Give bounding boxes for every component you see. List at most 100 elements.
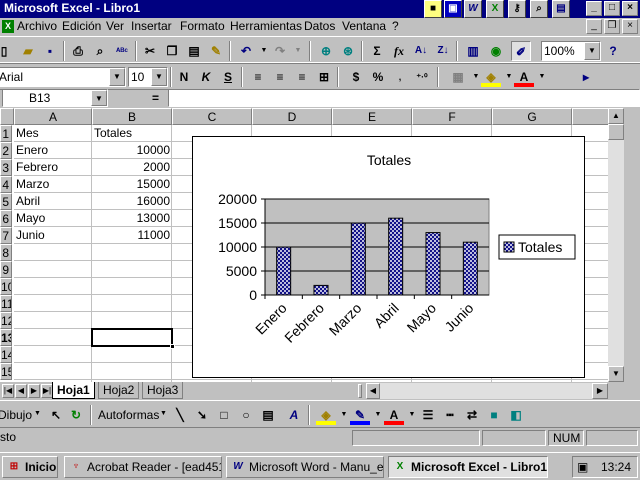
undo-icon[interactable]: ↶ [236, 41, 256, 61]
merge-center-icon[interactable]: ⊞ [314, 67, 334, 87]
print-icon[interactable]: ⎙ [68, 41, 88, 61]
scroll-up-icon[interactable]: ▲ [608, 108, 624, 124]
maximize-button[interactable]: □ [604, 1, 620, 16]
autoformas-menu[interactable]: Autoformas [98, 408, 159, 422]
function-icon[interactable]: fx [389, 41, 409, 61]
formula-input[interactable] [168, 89, 640, 107]
row-header[interactable]: 12 [0, 312, 12, 329]
map-icon[interactable]: ◉ [486, 41, 506, 61]
align-left-icon[interactable]: ≡ [248, 67, 268, 87]
row-header[interactable]: 11 [0, 295, 12, 312]
row-header[interactable]: 10 [0, 278, 12, 295]
cell-b1[interactable]: Totales [92, 125, 172, 142]
find-shortcut-icon[interactable]: ⌕ [530, 0, 548, 18]
row-header[interactable]: 3 [0, 159, 12, 176]
cell-month[interactable]: Febrero [14, 159, 92, 176]
row-header[interactable]: 7 [0, 227, 12, 244]
row-header[interactable]: 9 [0, 261, 12, 278]
italic-icon[interactable]: K [196, 67, 216, 87]
redo-icon[interactable]: ↷ [270, 41, 290, 61]
bar-abril[interactable] [388, 217, 404, 296]
chevron-down-icon[interactable]: ▼ [160, 410, 167, 417]
legend[interactable]: Totales [498, 234, 576, 260]
cell-month[interactable]: Marzo [14, 176, 92, 193]
row-header[interactable]: 13 [0, 329, 12, 346]
embedded-chart[interactable]: Totales 20000 15000 10000 5000 0 Enero Febrer… [192, 136, 585, 378]
vertical-scrollbar[interactable]: ▲ ▼ [608, 108, 624, 382]
bar-mayo[interactable] [425, 232, 441, 296]
menu-help[interactable]: ? [392, 19, 399, 33]
cell-month[interactable]: Abril [14, 193, 92, 210]
align-right-icon[interactable]: ≡ [292, 67, 312, 87]
dash-style-icon[interactable]: ┅ [440, 405, 460, 425]
tray-icon[interactable]: ▣ [577, 460, 588, 474]
oval-icon[interactable]: ○ [236, 405, 256, 425]
bold-icon[interactable]: N [174, 67, 194, 87]
sort-descending-icon[interactable]: Z↓ [433, 41, 453, 61]
more-buttons-icon[interactable]: ▸ [576, 67, 596, 87]
row-header[interactable]: 8 [0, 244, 12, 261]
task-excel[interactable]: X Microsoft Excel - Libro1 [388, 456, 548, 478]
spelling-icon[interactable]: ᴬᴮᶜ [112, 41, 132, 61]
open-icon[interactable]: ▰ [18, 41, 38, 61]
scroll-left-icon[interactable]: ◀ [366, 383, 380, 399]
chevron-down-icon[interactable]: ▼ [109, 68, 125, 86]
underline-icon[interactable]: S [218, 67, 238, 87]
wordart-icon[interactable]: A [284, 405, 304, 425]
free-rotate-icon[interactable]: ↻ [66, 405, 86, 425]
menu-edicion[interactable]: Edición [62, 19, 101, 33]
chevron-down-icon[interactable]: ▼ [151, 68, 167, 86]
word-shortcut-icon[interactable]: W [464, 0, 482, 18]
shadow-icon[interactable]: ■ [484, 405, 504, 425]
sheet-tab-hoja3[interactable]: Hoja3 [142, 382, 184, 399]
sheet-tab-hoja1[interactable]: Hoja1 [52, 382, 95, 399]
cell-total[interactable]: 16000 [92, 193, 172, 210]
start-button[interactable]: ⊞ Inicio [2, 456, 58, 478]
chevron-down-icon[interactable]: ▼ [584, 42, 600, 60]
copy-icon[interactable]: ❐ [162, 41, 182, 61]
menu-ver[interactable]: Ver [106, 19, 124, 33]
row-header[interactable]: 15 [0, 363, 12, 380]
sheet-tab-hoja2[interactable]: Hoja2 [98, 382, 140, 399]
drawing-toggle-icon[interactable]: ✐ [511, 41, 531, 61]
name-box[interactable]: B13 ▼ [2, 89, 108, 107]
menu-ventana[interactable]: Ventana [342, 19, 386, 33]
bar-enero[interactable] [276, 246, 292, 296]
excel-shortcut-icon[interactable]: X [486, 0, 504, 18]
increase-decimal-icon[interactable]: ⁺·⁰ [412, 67, 432, 87]
menu-formato[interactable]: Formato [180, 19, 225, 33]
row-header[interactable]: 5 [0, 193, 12, 210]
format-painter-icon[interactable]: ✎ [206, 41, 226, 61]
fill-handle[interactable] [170, 344, 175, 349]
active-cell-b13[interactable] [91, 328, 175, 349]
save-icon[interactable]: ▪ [40, 41, 60, 61]
explorer-shortcut-icon[interactable]: ▣ [444, 0, 462, 18]
office-shortcut-icon[interactable]: ■ [424, 0, 442, 18]
font-color-icon[interactable]: A [514, 67, 534, 87]
autosum-icon[interactable]: Σ [367, 41, 387, 61]
row-header[interactable]: 6 [0, 210, 12, 227]
scroll-right-icon[interactable]: ▶ [592, 383, 608, 399]
assistant-shortcut-icon[interactable]: ▤ [552, 0, 570, 18]
minimize-button[interactable]: _ [586, 1, 602, 16]
task-acrobat[interactable]: ♆ Acrobat Reader - [ead451-... [64, 456, 222, 478]
redo-dropdown-icon[interactable]: ▼ [288, 41, 308, 61]
cell-a1[interactable]: Mes [14, 125, 92, 142]
align-center-icon[interactable]: ≡ [270, 67, 290, 87]
font-size-select[interactable]: 10 ▼ [128, 67, 168, 87]
row-header[interactable]: 1 [0, 125, 12, 142]
cell-total[interactable]: 11000 [92, 227, 172, 244]
cut-icon[interactable]: ✂ [140, 41, 160, 61]
row-header[interactable]: 2 [0, 142, 12, 159]
excel-doc-icon[interactable]: X [2, 20, 14, 33]
font-select[interactable]: Arial ▼ [0, 67, 126, 87]
comma-style-icon[interactable]: , [390, 67, 410, 87]
menu-datos[interactable]: Datos [304, 19, 335, 33]
zoom-select[interactable]: 100% ▼ [541, 41, 601, 61]
scroll-down-icon[interactable]: ▼ [608, 366, 624, 382]
row-header[interactable]: 14 [0, 346, 12, 363]
dibujo-menu[interactable]: Dibujo [0, 408, 32, 422]
select-objects-icon[interactable]: ↖ [46, 405, 66, 425]
row-header[interactable]: 4 [0, 176, 12, 193]
doc-minimize-button[interactable]: _ [586, 19, 602, 34]
